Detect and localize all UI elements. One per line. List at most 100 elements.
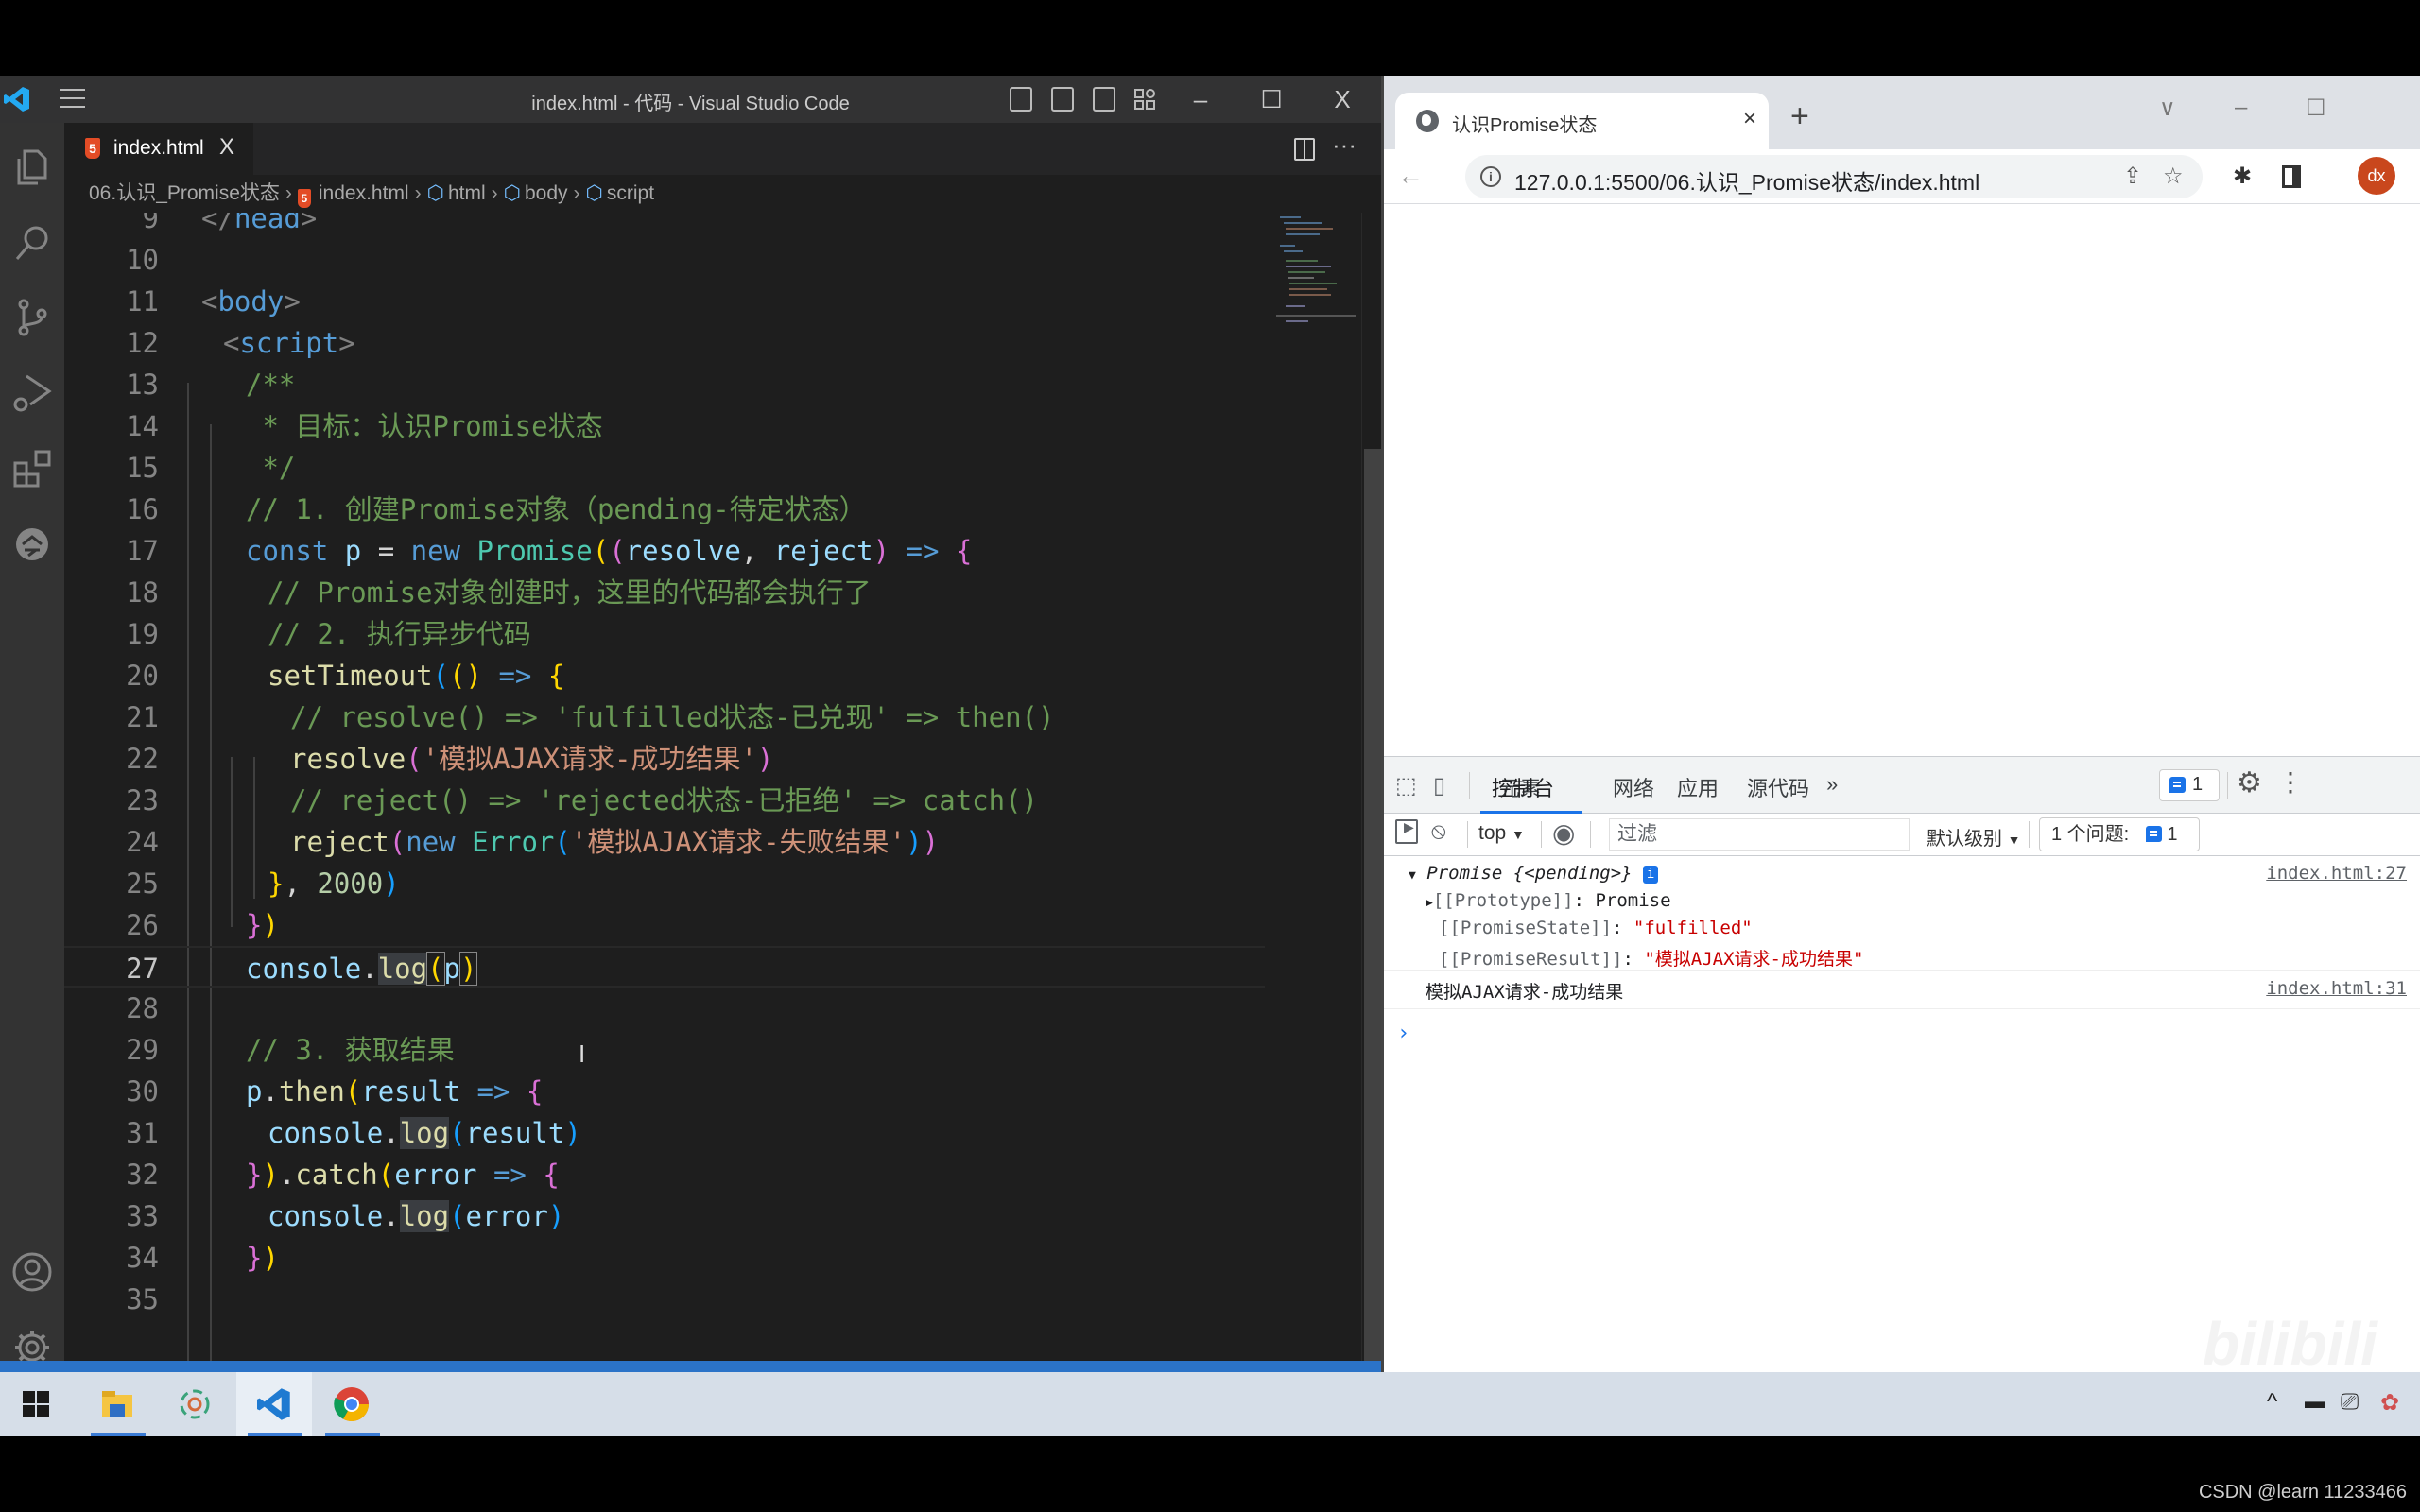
live-expression-eye-icon[interactable]: ◉: [1552, 817, 1575, 849]
extensions-icon[interactable]: [9, 446, 55, 491]
network-icon[interactable]: ⎚: [2341, 1389, 2359, 1416]
info-icon[interactable]: i: [1643, 866, 1659, 884]
toggle-primary-sidebar-icon[interactable]: [1010, 87, 1032, 112]
source-link[interactable]: index.html:31: [2266, 978, 2407, 999]
battery-icon[interactable]: ▬: [2305, 1389, 2325, 1414]
code-line: 22 resolve('模拟AJAX请求-成功结果'): [126, 743, 774, 775]
kebab-menu-icon[interactable]: ⋮: [2277, 766, 2304, 798]
maximize-button[interactable]: ☐: [1253, 83, 1290, 115]
tab-network[interactable]: 网络: [1613, 772, 1654, 802]
run-debug-icon[interactable]: [9, 370, 55, 416]
breadcrumb-body[interactable]: body: [525, 182, 568, 204]
back-arrow-icon[interactable]: ←: [1397, 161, 1424, 191]
search-icon[interactable]: [9, 219, 55, 265]
expand-triangle-icon[interactable]: ▼: [1409, 868, 1416, 883]
tab-console[interactable]: 控制台: [1492, 772, 1554, 802]
explorer-icon[interactable]: [9, 144, 55, 189]
inspect-element-icon[interactable]: ⬚: [1395, 772, 1417, 799]
minimize-button[interactable]: –: [1182, 83, 1219, 115]
extensions-puzzle-icon[interactable]: ✱: [2233, 163, 2252, 190]
tab-sources[interactable]: 源代码: [1747, 772, 1809, 802]
device-toolbar-icon[interactable]: ▯: [1433, 772, 1445, 799]
customize-layout-icon[interactable]: [1134, 87, 1155, 112]
bookmark-star-icon[interactable]: ☆: [2163, 163, 2184, 190]
profile-avatar[interactable]: dx: [2358, 157, 2395, 195]
status-bar: [0, 1361, 1381, 1372]
tray-app-icon[interactable]: ✿: [2380, 1389, 2399, 1417]
remote-cloud-icon[interactable]: [9, 522, 55, 567]
code-line: 28: [126, 992, 159, 1024]
show-sidebar-icon[interactable]: ▶: [1395, 819, 1418, 844]
code-line: 18// Promise对象创建时，这里的代码都会执行了: [126, 576, 872, 609]
tab-search-dropdown-icon[interactable]: ∨: [2159, 94, 2176, 122]
close-button[interactable]: X: [1323, 83, 1361, 115]
toggle-panel-icon[interactable]: [1051, 87, 1074, 112]
code-line-current: 27 console.log(p): [64, 946, 1265, 988]
tab-close-icon[interactable]: X: [219, 134, 234, 161]
settings-gear-icon[interactable]: ⚙: [2237, 766, 2262, 799]
minimap[interactable]: [1276, 213, 1361, 402]
issues-counter-button[interactable]: 1 个问题: 1: [2039, 817, 2200, 851]
tab-application[interactable]: 应用: [1677, 772, 1719, 802]
taskbar-pinwheel-app[interactable]: [157, 1372, 233, 1436]
chrome-icon: [334, 1387, 369, 1422]
promise-summary[interactable]: ▼ Promise {<pending>} i: [1409, 863, 1659, 884]
show-hidden-icons-chevron-icon[interactable]: ^: [2267, 1389, 2277, 1416]
globe-favicon-icon: [1416, 110, 1439, 132]
console-filter-input[interactable]: 过滤: [1609, 818, 1910, 850]
maximize-button[interactable]: ☐: [2306, 94, 2326, 122]
taskbar-chrome[interactable]: [314, 1372, 389, 1436]
chevron-right-icon: ›: [491, 182, 498, 204]
code-editor[interactable]: 9 </head> 10 11 <body> 12 <script> 13/** 14…: [64, 213, 1265, 1361]
more-tabs-icon[interactable]: »: [1826, 772, 1838, 797]
devtools-panel: ⬚ ▯ 元素 控制台 网络 应用 源代码 » 1 ⚙ ⋮ ▶ ⦸ top ▼ ◉: [1384, 756, 2420, 1372]
breadcrumb-html[interactable]: html: [448, 182, 486, 204]
breadcrumb-folder[interactable]: 06.认识_Promise状态: [89, 182, 280, 204]
vscode-icon: [257, 1388, 290, 1420]
editor-scrollbar[interactable]: [1361, 213, 1381, 1372]
expand-triangle-icon[interactable]: ▶: [1426, 896, 1433, 910]
editor-tab-bar: 5 index.html X ···: [64, 123, 1381, 175]
vscode-titlebar: index.html - 代码 - Visual Studio Code – ☐…: [0, 76, 1381, 123]
log-level-dropdown[interactable]: 默认级别 ▼: [1927, 823, 2020, 850]
code-line: 35: [126, 1283, 159, 1315]
code-line: 16// 1. 创建Promise对象（pending-待定状态）: [126, 493, 867, 525]
code-line: 17 const p = new Promise((resolve, reject…: [126, 535, 973, 567]
vscode-window: index.html - 代码 - Visual Studio Code – ☐…: [0, 76, 1381, 1372]
more-actions-icon[interactable]: ···: [1332, 130, 1357, 160]
code-line: 20 setTimeout(() => {: [126, 660, 565, 692]
message-icon: [2169, 777, 2186, 793]
console-message[interactable]: 模拟AJAX请求-成功结果 index.html:31: [1384, 971, 2420, 1009]
share-icon[interactable]: ⇪: [2123, 163, 2142, 190]
taskbar-file-explorer[interactable]: [79, 1372, 155, 1436]
minimize-button[interactable]: –: [2235, 94, 2247, 121]
clear-console-icon[interactable]: ⦸: [1431, 818, 1446, 845]
taskbar-vscode[interactable]: [236, 1372, 312, 1436]
console-message[interactable]: ▼ Promise {<pending>} i index.html:27 ▶[…: [1384, 857, 2420, 971]
breadcrumb-script[interactable]: script: [607, 182, 654, 204]
url-text[interactable]: 127.0.0.1:5500/06.认识_Promise状态/index.htm…: [1514, 164, 1979, 197]
code-line: 24 reject(new Error('模拟AJAX请求-失败结果')): [126, 826, 940, 858]
site-info-icon[interactable]: i: [1480, 166, 1501, 187]
side-panel-icon[interactable]: [2282, 165, 2301, 188]
tab-close-icon[interactable]: ×: [1743, 106, 1756, 132]
context-selector[interactable]: top ▼: [1478, 822, 1525, 845]
breadcrumb-file[interactable]: index.html: [319, 182, 409, 204]
devtools-tab-bar: ⬚ ▯ 元素 控制台 网络 应用 源代码 » 1 ⚙ ⋮: [1384, 757, 2420, 814]
start-button[interactable]: [0, 1372, 76, 1436]
editor-tab-index-html[interactable]: 5 index.html X: [64, 123, 253, 175]
source-control-icon[interactable]: [9, 295, 55, 340]
accounts-icon[interactable]: [9, 1249, 55, 1295]
code-line: 23// reject() => 'rejected状态-已拒绝' => cat…: [126, 784, 1039, 816]
new-tab-button[interactable]: +: [1790, 100, 1809, 132]
chevron-right-icon: ›: [414, 182, 422, 204]
address-bar[interactable]: i 127.0.0.1:5500/06.认识_Promise状态/index.h…: [1465, 155, 2203, 198]
issues-button[interactable]: 1: [2159, 769, 2220, 801]
split-editor-icon[interactable]: [1294, 138, 1315, 161]
property-row[interactable]: ▶[[Prototype]]: Promise: [1426, 890, 1671, 911]
toggle-secondary-sidebar-icon[interactable]: [1093, 87, 1115, 112]
scrollbar-thumb[interactable]: [1364, 449, 1381, 1372]
browser-tab[interactable]: 认识Promise状态 ×: [1395, 93, 1769, 149]
console-prompt-input[interactable]: ›: [1397, 1022, 1409, 1045]
source-link[interactable]: index.html:27: [2266, 863, 2407, 884]
